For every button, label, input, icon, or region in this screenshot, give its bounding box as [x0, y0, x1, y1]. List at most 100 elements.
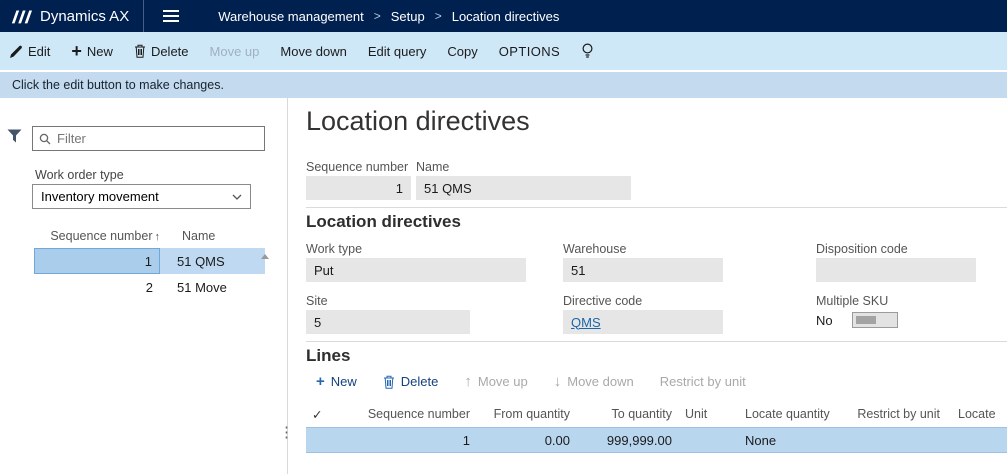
lines-cell-sequence-number[interactable]: 1: [340, 428, 470, 452]
lines-column-from-quantity[interactable]: From quantity: [476, 404, 570, 424]
lines-column-locate[interactable]: Locate: [958, 404, 1007, 424]
warehouse-field[interactable]: 51: [563, 258, 723, 282]
edit-query-label: Edit query: [368, 44, 427, 59]
trash-icon: [134, 44, 146, 58]
lines-cell-locate-quantity[interactable]: None: [745, 428, 840, 452]
section-divider: [306, 341, 1007, 342]
lines-column-locate-quantity[interactable]: Locate quantity: [745, 404, 840, 424]
main-panel: Location directives Sequence number Name…: [288, 98, 1007, 474]
chevron-down-icon: [232, 194, 242, 200]
edit-button[interactable]: Edit: [10, 44, 50, 59]
app-title: Dynamics AX: [40, 8, 129, 25]
lines-column-sequence-number[interactable]: Sequence number: [340, 404, 470, 424]
location-directives-section-title: Location directives: [306, 212, 461, 232]
edit-button-label: Edit: [28, 44, 50, 59]
multiple-sku-label: Multiple SKU: [816, 294, 888, 308]
lines-column-unit[interactable]: Unit: [685, 404, 740, 424]
breadcrumb-location-directives[interactable]: Location directives: [452, 9, 560, 24]
row-select-cell[interactable]: [312, 428, 332, 452]
copy-label: Copy: [447, 44, 477, 59]
lines-restrict-by-unit-button[interactable]: Restrict by unit: [660, 374, 746, 389]
options-button[interactable]: OPTIONS: [499, 44, 560, 59]
page-title: Location directives: [306, 106, 530, 137]
sidebar-column-sequence-number[interactable]: Sequence number↑: [34, 229, 160, 243]
lines-delete-button[interactable]: Delete: [383, 374, 439, 389]
sidebar-cell-name[interactable]: 51 QMS: [160, 248, 225, 274]
lines-cell-to-quantity[interactable]: 999,999.00: [576, 428, 672, 452]
options-label: OPTIONS: [499, 44, 560, 59]
copy-button[interactable]: Copy: [447, 44, 477, 59]
disposition-code-field[interactable]: [816, 258, 976, 282]
new-button-label: New: [87, 44, 113, 59]
lines-row-selected[interactable]: 1 0.00 999,999.00 None: [306, 427, 1007, 453]
name-field[interactable]: 51 QMS: [416, 176, 631, 200]
breadcrumb-separator: >: [374, 9, 381, 23]
lines-column-restrict-by-unit[interactable]: Restrict by unit: [842, 404, 940, 424]
sidebar-cell-sequence[interactable]: 2: [34, 274, 160, 300]
lightbulb-icon: [581, 43, 594, 59]
lines-cell-locate[interactable]: [958, 428, 1007, 452]
lines-cell-restrict-by-unit[interactable]: [842, 428, 940, 452]
sidebar-row-selected[interactable]: 1 51 QMS: [34, 248, 265, 274]
sidebar-row[interactable]: 2 51 Move: [34, 274, 265, 300]
toggle-knob: [856, 316, 876, 324]
hamburger-icon: [163, 10, 179, 12]
new-button[interactable]: + New: [71, 44, 113, 59]
sidebar-column-name[interactable]: Name: [182, 229, 215, 243]
name-label: Name: [416, 160, 449, 174]
breadcrumb-warehouse-management[interactable]: Warehouse management: [218, 9, 364, 24]
site-label: Site: [306, 294, 328, 308]
move-up-button[interactable]: Move up: [210, 44, 260, 59]
breadcrumb-setup[interactable]: Setup: [391, 9, 425, 24]
work-order-type-dropdown[interactable]: Inventory movement: [32, 184, 251, 209]
site-field[interactable]: 5: [306, 310, 470, 334]
lines-column-to-quantity[interactable]: To quantity: [576, 404, 672, 424]
disposition-code-label: Disposition code: [816, 242, 908, 256]
sidebar-grid-header: Sequence number↑ Name: [34, 229, 265, 243]
move-down-button[interactable]: Move down: [280, 44, 346, 59]
multiple-sku-toggle[interactable]: [852, 312, 898, 328]
ideas-button[interactable]: [581, 43, 594, 59]
sequence-number-label: Sequence number: [306, 160, 408, 174]
hamburger-menu-button[interactable]: [144, 0, 198, 32]
delete-button-label: Delete: [151, 44, 189, 59]
lines-delete-label: Delete: [401, 374, 439, 389]
lines-restrict-by-unit-label: Restrict by unit: [660, 374, 746, 389]
trash-icon: [383, 375, 395, 389]
breadcrumb-separator: >: [435, 9, 442, 23]
lines-move-down-button[interactable]: ↓ Move down: [554, 374, 634, 389]
sequence-number-field[interactable]: 1: [306, 176, 411, 200]
lines-cell-from-quantity[interactable]: 0.00: [476, 428, 570, 452]
lines-cell-unit[interactable]: [685, 428, 740, 452]
breadcrumb: Warehouse management > Setup > Location …: [218, 9, 559, 24]
work-type-field[interactable]: Put: [306, 258, 526, 282]
app-window: Dynamics AX Warehouse management > Setup…: [0, 0, 1007, 474]
plus-icon: +: [316, 376, 325, 388]
lines-move-up-button[interactable]: ↑ Move up: [464, 374, 527, 389]
dynamics-ax-logo-icon: [10, 7, 32, 25]
lines-section-title: Lines: [306, 346, 350, 366]
sidebar-cell-name[interactable]: 51 Move: [160, 274, 227, 300]
lines-grid-header: ✓ Sequence number From quantity To quant…: [306, 404, 1007, 424]
filter-funnel-icon[interactable]: [7, 129, 22, 146]
sidebar-cell-sequence[interactable]: 1: [34, 248, 160, 274]
filter-search-box: [32, 126, 265, 151]
delete-button[interactable]: Delete: [134, 44, 189, 59]
sort-ascending-icon: ↑: [155, 231, 161, 243]
lines-move-up-label: Move up: [478, 374, 528, 389]
select-all-check-icon[interactable]: ✓: [312, 404, 332, 424]
arrow-up-icon: ↑: [464, 376, 472, 388]
edit-query-button[interactable]: Edit query: [368, 44, 427, 59]
lines-move-down-label: Move down: [567, 374, 633, 389]
notification-bar: Click the edit button to make changes.: [0, 72, 1007, 98]
directive-code-link[interactable]: QMS: [571, 315, 601, 330]
filter-input[interactable]: [57, 131, 258, 146]
move-down-label: Move down: [280, 44, 346, 59]
arrow-down-icon: ↓: [554, 376, 562, 388]
work-order-type-value: Inventory movement: [41, 189, 159, 204]
sidebar-grid: 1 51 QMS 2 51 Move: [34, 248, 265, 300]
sidebar: Work order type Inventory movement Seque…: [0, 98, 287, 474]
scrollbar-up-arrow[interactable]: [261, 254, 269, 259]
lines-new-button[interactable]: + New: [316, 374, 357, 389]
command-bar: Edit + New Delete Move up Move down Edit…: [0, 32, 1007, 70]
